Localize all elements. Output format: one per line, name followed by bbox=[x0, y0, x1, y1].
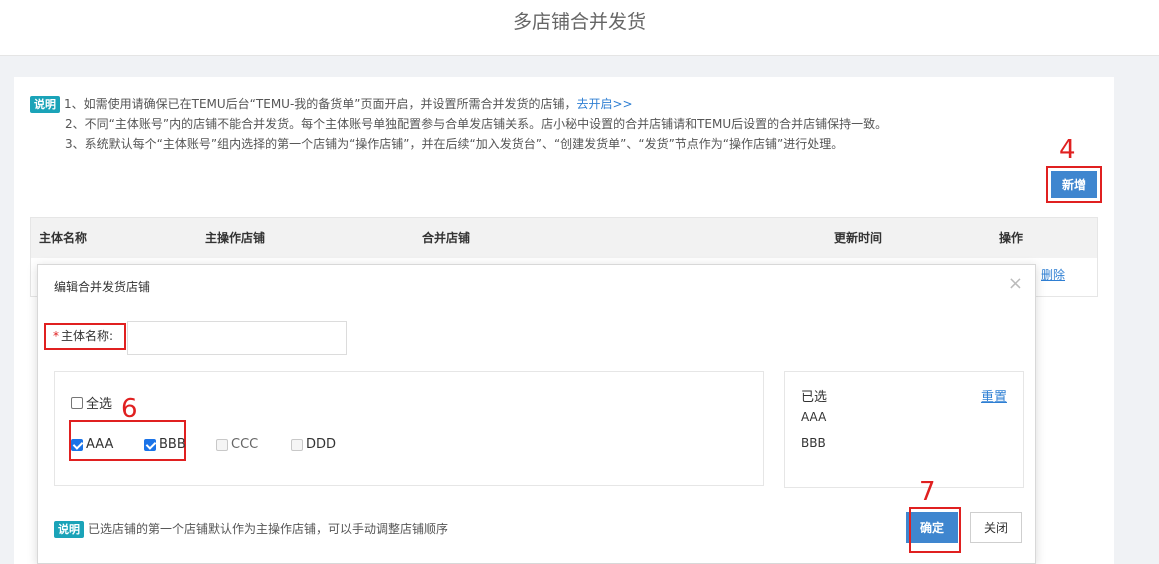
selected-item: AAA bbox=[801, 410, 827, 424]
page-title: 多店铺合并发货 bbox=[512, 11, 646, 33]
selected-stores-panel: 已选 重置 AAA BBB bbox=[784, 371, 1024, 488]
checkbox-checked-icon bbox=[71, 438, 83, 451]
select-all-checkbox[interactable]: 全选 bbox=[71, 393, 112, 412]
checkbox-icon bbox=[71, 396, 83, 409]
store-select-panel: 全选 6 AAA BBB CCC DDD bbox=[54, 371, 764, 486]
store-checkbox-ddd[interactable]: DDD bbox=[291, 437, 336, 452]
store-checkbox-aaa[interactable]: AAA bbox=[71, 437, 113, 452]
checkbox-checked-icon bbox=[144, 438, 156, 451]
reset-link[interactable]: 重置 bbox=[981, 386, 1007, 405]
close-button[interactable]: 关闭 bbox=[970, 512, 1022, 543]
store-checkbox-bbb[interactable]: BBB bbox=[144, 437, 186, 452]
col-merged-stores: 合并店铺 bbox=[422, 231, 471, 245]
modal-title: 编辑合并发货店铺 bbox=[54, 280, 151, 294]
col-actions: 操作 bbox=[999, 231, 1024, 245]
notice-line-3: 3、系统默认每个“主体账号”组内选择的第一个店铺为“操作店铺”，并在后续“加入发… bbox=[65, 137, 844, 151]
add-button[interactable]: 新增 bbox=[1051, 171, 1097, 198]
col-updated-time: 更新时间 bbox=[834, 231, 883, 245]
notice-badge: 说明 bbox=[30, 96, 60, 113]
checkbox-disabled-icon bbox=[216, 438, 228, 451]
selected-title: 已选 bbox=[801, 390, 828, 405]
store-checkbox-ccc[interactable]: CCC bbox=[216, 437, 258, 452]
table-header: 主体名称 主操作店铺 合并店铺 更新时间 操作 bbox=[31, 218, 1097, 258]
notice-line-2: 2、不同“主体账号”内的店铺不能合并发货。每个主体账号单独配置参与合单发店铺关系… bbox=[65, 117, 888, 131]
edit-merge-modal: 编辑合并发货店铺 × *主体名称: 5 全选 6 AAA BBB CCC DDD… bbox=[37, 264, 1036, 564]
footer-badge: 说明 bbox=[54, 521, 84, 538]
col-main-store: 主操作店铺 bbox=[205, 231, 266, 245]
entity-name-label: * 主体名称: bbox=[44, 323, 126, 350]
entity-name-input[interactable] bbox=[127, 321, 347, 355]
notice-block: 说明 1、如需使用请确保已在TEMU后台“TEMU-我的备货单”页面开启，并设置所… bbox=[30, 94, 1090, 154]
checkbox-disabled-icon bbox=[291, 438, 303, 451]
notice-line-1: 1、如需使用请确保已在TEMU后台“TEMU-我的备货单”页面开启，并设置所需合… bbox=[64, 97, 577, 111]
close-icon[interactable]: × bbox=[1008, 273, 1023, 294]
col-entity-name: 主体名称 bbox=[39, 231, 88, 245]
footer-note: 说明 已选店铺的第一个店铺默认作为主操作店铺，可以手动调整店铺顺序 bbox=[54, 520, 448, 538]
annotation-7: 7 bbox=[919, 477, 936, 507]
selected-item: BBB bbox=[801, 436, 826, 450]
page-header: 多店铺合并发货 bbox=[0, 0, 1159, 56]
annotation-box-confirm bbox=[909, 507, 961, 553]
enable-link[interactable]: 去开启>> bbox=[577, 97, 633, 111]
annotation-box-add: 新增 bbox=[1046, 166, 1102, 203]
required-mark: * bbox=[53, 329, 59, 343]
delete-link[interactable]: 删除 bbox=[1041, 266, 1065, 283]
annotation-4: 4 bbox=[1059, 135, 1076, 165]
